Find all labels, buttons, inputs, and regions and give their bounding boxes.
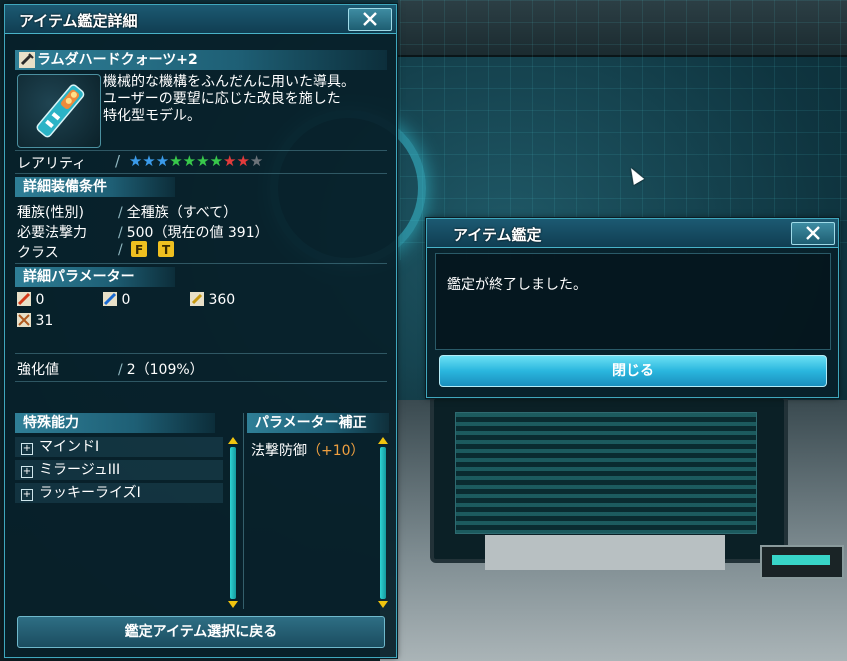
param-bonus-value: （+10） — [307, 443, 365, 459]
scroll-up-arrow-icon[interactable] — [228, 437, 238, 444]
divider — [15, 150, 387, 151]
enhancement-value: 2（109%） — [126, 362, 204, 378]
divider — [15, 263, 387, 264]
dialog-close-x-button[interactable] — [791, 222, 835, 245]
ability-item[interactable]: + マインドI — [15, 437, 223, 457]
item-appraisal-detail-window: アイテム鑑定詳細 ラムダハードクォーツ+2 機械的な機構をふんだんに用いた導具。… — [4, 4, 397, 658]
param-bonus-panel: パラメーター補正 法撃防御（+10） — [247, 413, 389, 609]
detail-close-button[interactable] — [348, 8, 392, 31]
item-name: ラムダハードクォーツ+2 — [37, 52, 198, 68]
back-button-label: 鑑定アイテム選択に戻る — [124, 624, 278, 640]
enhancement-label: 強化値 — [17, 362, 59, 378]
dexterity-stat: 31 — [17, 313, 53, 329]
background-monitor-screen — [455, 412, 757, 534]
star-icon: ★ — [236, 152, 250, 170]
dexterity-value: 31 — [35, 313, 54, 329]
item-name-bar: ラムダハードクォーツ+2 — [15, 50, 387, 70]
detail-window-title: アイテム鑑定詳細 — [19, 12, 138, 30]
dialog-title: アイテム鑑定 — [453, 226, 542, 244]
star-icon: ★ — [196, 152, 210, 170]
rarity-label: レアリティ — [17, 156, 87, 172]
tech-attack-icon — [190, 292, 204, 306]
enhancement-value-row: /2（109%） — [118, 362, 204, 378]
dexterity-icon — [17, 313, 31, 327]
description-line: ユーザーの要望に応じた改良を施した — [103, 91, 341, 107]
description-line: 特化型モデル。 — [103, 108, 201, 124]
requirements-header: 詳細装備条件 — [15, 177, 175, 197]
bonus-scrollbar[interactable] — [377, 437, 389, 609]
race-label: 種族(性別) — [17, 205, 84, 221]
class-label: クラス — [17, 245, 59, 261]
tech-attack-stat: 360 — [190, 292, 235, 308]
param-bonus-header: パラメーター補正 — [247, 413, 389, 433]
special-abilities-panel: 特殊能力 + マインドI + ミラージュIII + ラッキーライズI — [15, 413, 244, 609]
ranged-attack-stat: 0 — [103, 292, 130, 308]
ability-name: ラッキーライズI — [39, 485, 141, 501]
item-image — [17, 74, 101, 148]
ability-item[interactable]: + ミラージュIII — [15, 460, 223, 480]
dialog-message-area: 鑑定が終了しました。 — [435, 253, 831, 350]
star-icon: ★ — [128, 152, 143, 170]
divider — [15, 173, 387, 174]
power-label: 必要法撃力 — [17, 225, 87, 241]
ranged-attack-value: 0 — [121, 292, 131, 308]
star-icon: ★ — [223, 152, 237, 170]
dialog-message: 鑑定が終了しました。 — [447, 277, 587, 293]
ability-name: マインドI — [39, 439, 100, 455]
dialog-titlebar[interactable]: アイテム鑑定 — [427, 219, 838, 248]
star-icon: ★ — [169, 152, 183, 170]
ability-name: ミラージュIII — [39, 462, 121, 478]
star-icon: ★ — [249, 152, 264, 170]
close-icon — [806, 226, 820, 240]
expand-plus-icon[interactable]: + — [21, 489, 33, 501]
techter-class-icon: T — [157, 241, 174, 257]
abilities-scrollbar[interactable] — [227, 437, 239, 609]
svg-text:T: T — [162, 243, 171, 257]
rarity-stars: / ★★★★★★★★★★ — [115, 152, 264, 170]
star-icon: ★ — [209, 152, 224, 170]
scroll-thumb[interactable] — [380, 447, 386, 599]
scroll-thumb[interactable] — [230, 447, 236, 599]
divider — [15, 353, 387, 354]
tech-attack-value: 360 — [208, 292, 236, 308]
back-to-selection-button[interactable]: 鑑定アイテム選択に戻る — [17, 616, 385, 648]
ranged-attack-icon — [103, 292, 117, 306]
item-appraisal-dialog: アイテム鑑定 鑑定が終了しました。 閉じる — [426, 218, 839, 398]
strike-attack-stat: 0 — [17, 292, 44, 308]
dialog-close-button-label: 閉じる — [612, 363, 654, 379]
parameters-header: 詳細パラメーター — [15, 267, 175, 287]
strike-attack-icon — [17, 292, 31, 306]
race-value-row: / 全種族（すべて） — [118, 205, 238, 221]
expand-plus-icon[interactable]: + — [21, 443, 33, 455]
power-value-row: /500（現在の値 391） — [118, 225, 269, 241]
param-bonus-row: 法撃防御（+10） — [251, 440, 365, 460]
force-class-icon: F — [131, 241, 148, 257]
star-icon: ★ — [155, 152, 170, 170]
scroll-down-arrow-icon[interactable] — [228, 601, 238, 608]
expand-plus-icon[interactable]: + — [21, 466, 33, 478]
param-bonus-label: 法撃防御 — [251, 443, 307, 459]
star-icon: ★ — [142, 152, 156, 170]
dialog-close-button[interactable]: 閉じる — [439, 355, 827, 387]
svg-text:F: F — [135, 243, 143, 257]
ability-item[interactable]: + ラッキーライズI — [15, 483, 223, 503]
class-value-row: / F T — [118, 241, 174, 258]
background-step — [485, 535, 725, 570]
strike-attack-value: 0 — [35, 292, 45, 308]
rod-weapon-icon — [36, 84, 85, 138]
race-value: 全種族（すべて） — [126, 205, 238, 221]
item-description: 機械的な機構をふんだんに用いた導具。 ユーザーの要望に応じた改良を施した 特化型… — [103, 74, 355, 125]
close-icon — [363, 12, 377, 26]
power-value: 500（現在の値 391） — [126, 225, 269, 241]
scroll-up-arrow-icon[interactable] — [378, 437, 388, 444]
special-abilities-header: 特殊能力 — [15, 413, 215, 433]
star-icon: ★ — [182, 152, 197, 170]
rod-weapon-icon — [19, 52, 35, 68]
scroll-down-arrow-icon[interactable] — [378, 601, 388, 608]
detail-window-titlebar[interactable]: アイテム鑑定詳細 — [5, 5, 396, 34]
background-console — [760, 545, 844, 579]
description-line: 機械的な機構をふんだんに用いた導具。 — [103, 74, 355, 90]
divider — [15, 381, 387, 382]
